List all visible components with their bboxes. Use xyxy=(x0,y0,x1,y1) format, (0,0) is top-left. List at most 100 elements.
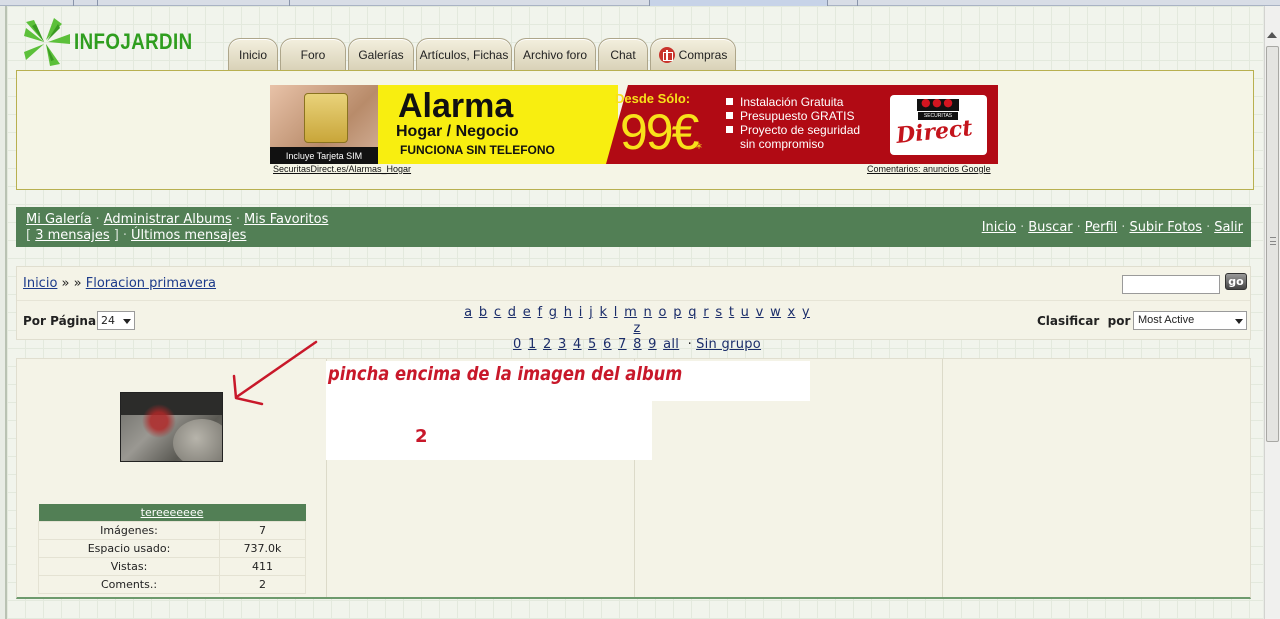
upload-photos-link[interactable]: Subir Fotos xyxy=(1129,220,1202,235)
ad-banner[interactable]: Incluye Tarjeta SIM Alarma Hogar / Negoc… xyxy=(270,85,998,164)
go-button[interactable]: go xyxy=(1225,273,1247,290)
tab-label: Compras xyxy=(678,47,728,62)
ad-bullet: Presupuesto GRATIS xyxy=(726,109,860,123)
letter-filter-q[interactable]: q xyxy=(688,305,697,320)
stat-key: Vistas: xyxy=(38,556,220,576)
digit-filter-6[interactable]: 6 xyxy=(603,337,612,352)
sim-caption: Incluye Tarjeta SIM xyxy=(270,147,378,164)
letter-filter-b[interactable]: b xyxy=(479,305,488,320)
letters-row: a b c d e f g h i j k l m n o p q r s t … xyxy=(457,305,817,337)
letter-filter-r[interactable]: r xyxy=(703,305,709,320)
separator: · xyxy=(1076,220,1081,235)
letter-filter-x[interactable]: x xyxy=(787,305,795,320)
bracket-close: ] xyxy=(113,228,119,243)
ad-price: 99€ xyxy=(620,104,699,160)
letter-filter-y[interactable]: y xyxy=(802,305,810,320)
sort-value: Most Active xyxy=(1138,314,1195,326)
my-gallery-link[interactable]: Mi Galería xyxy=(26,212,92,227)
chevron-down-icon xyxy=(123,319,131,324)
letter-filter-k[interactable]: k xyxy=(599,305,607,320)
thumb-flowers xyxy=(139,401,179,441)
letter-filter-l[interactable]: l xyxy=(614,305,618,320)
site-links: Inicio · Buscar · Perfil · Subir Fotos · Salir xyxy=(982,220,1243,235)
tab-label: Chat xyxy=(610,47,636,62)
letter-filter-h[interactable]: h xyxy=(564,305,573,320)
letter-filter-m[interactable]: m xyxy=(624,305,637,320)
stat-key: Coments.: xyxy=(38,574,220,594)
messages-link[interactable]: 3 mensajes xyxy=(35,228,109,243)
digit-filter-8[interactable]: 8 xyxy=(633,337,642,352)
letter-filter-u[interactable]: u xyxy=(741,305,750,320)
digit-filter-4[interactable]: 4 xyxy=(573,337,582,352)
tab-articulos[interactable]: Artículos, Fichas xyxy=(416,38,512,70)
letter-filter-p[interactable]: p xyxy=(673,305,682,320)
annotation-number: 2 xyxy=(415,426,428,447)
digit-filter-2[interactable]: 2 xyxy=(543,337,552,352)
letter-filter-n[interactable]: n xyxy=(644,305,653,320)
sort-select[interactable]: Most Active xyxy=(1133,311,1247,330)
manage-albums-link[interactable]: Administrar Albums xyxy=(104,212,232,227)
ad-bullet: Instalación Gratuita xyxy=(726,95,860,109)
letter-filter-c[interactable]: c xyxy=(494,305,501,320)
tab-inicio[interactable]: Inicio xyxy=(228,38,278,70)
letter-filter-v[interactable]: v xyxy=(756,305,764,320)
digit-filter-3[interactable]: 3 xyxy=(558,337,567,352)
tab-label: Foro xyxy=(300,47,326,62)
favorites-link[interactable]: Mis Favoritos xyxy=(244,212,328,227)
tab-galerias[interactable]: Galerías xyxy=(348,38,414,70)
letter-filter-d[interactable]: d xyxy=(508,305,517,320)
letter-filter-g[interactable]: g xyxy=(549,305,558,320)
album-owner-header: tereeeeeee xyxy=(38,504,306,521)
letter-filter-i[interactable]: i xyxy=(579,305,583,320)
digit-filter-5[interactable]: 5 xyxy=(588,337,597,352)
leaf-logo-icon xyxy=(24,18,70,66)
table-row: Coments.: 2 xyxy=(38,574,306,594)
tab-label: Artículos, Fichas xyxy=(419,47,509,62)
letter-filter-j[interactable]: j xyxy=(589,305,593,320)
home-link[interactable]: Inicio xyxy=(982,220,1016,235)
letter-filter-e[interactable]: e xyxy=(523,305,531,320)
latest-messages-link[interactable]: Últimos mensajes xyxy=(131,228,246,243)
letter-filter-w[interactable]: w xyxy=(770,305,781,320)
scroll-up-arrow-icon[interactable] xyxy=(1267,32,1277,38)
logo-dots-icon xyxy=(917,96,959,111)
tab-chat[interactable]: Chat xyxy=(598,38,648,70)
digit-filter-all[interactable]: all xyxy=(663,337,679,352)
ad-bullet: Proyecto de seguridad xyxy=(726,123,860,137)
letter-filter-t[interactable]: t xyxy=(729,305,734,320)
album-owner-link[interactable]: tereeeeeee xyxy=(141,506,204,519)
no-group-filter[interactable]: Sin grupo xyxy=(696,337,761,352)
tab-foro[interactable]: Foro xyxy=(280,38,346,70)
digit-filter-1[interactable]: 1 xyxy=(528,337,537,352)
breadcrumb-current[interactable]: Floracion primavera xyxy=(86,276,216,291)
digit-filter-9[interactable]: 9 xyxy=(648,337,657,352)
per-page-select[interactable]: 24 xyxy=(97,311,135,330)
site-logo[interactable]: INFOJARDIN xyxy=(20,16,195,66)
profile-link[interactable]: Perfil xyxy=(1085,220,1118,235)
chevron-down-icon xyxy=(1235,319,1243,324)
digit-filter-0[interactable]: 0 xyxy=(513,337,522,352)
letter-filter-s[interactable]: s xyxy=(715,305,722,320)
ad-feedback-link[interactable]: Comentarios: anuncios Google xyxy=(867,164,991,174)
ad-url-link[interactable]: SecuritasDirect.es/Alarmas_Hogar xyxy=(273,164,411,174)
scroll-thumb[interactable] xyxy=(1266,46,1279,442)
table-row: Imágenes: 7 xyxy=(38,520,306,540)
annotation-arrow-icon xyxy=(232,340,318,406)
tab-compras[interactable]: Compras xyxy=(650,38,736,70)
separator: · xyxy=(1020,220,1025,235)
search-input[interactable] xyxy=(1122,275,1220,294)
letter-filter-z[interactable]: z xyxy=(633,321,640,336)
letter-filter-o[interactable]: o xyxy=(659,305,667,320)
digit-filter-7[interactable]: 7 xyxy=(618,337,627,352)
search-link[interactable]: Buscar xyxy=(1028,220,1072,235)
per-page-value: 24 xyxy=(101,314,115,327)
logout-link[interactable]: Salir xyxy=(1214,220,1243,235)
tab-archivo-foro[interactable]: Archivo foro xyxy=(514,38,596,70)
letter-filter-f[interactable]: f xyxy=(537,305,542,320)
album-thumbnail[interactable] xyxy=(120,392,223,462)
breadcrumb: Inicio » » Floracion primavera xyxy=(23,276,216,291)
vertical-scrollbar[interactable] xyxy=(1264,6,1280,619)
letter-filter-a[interactable]: a xyxy=(464,305,472,320)
separator: · xyxy=(687,337,693,352)
breadcrumb-home[interactable]: Inicio xyxy=(23,276,57,291)
